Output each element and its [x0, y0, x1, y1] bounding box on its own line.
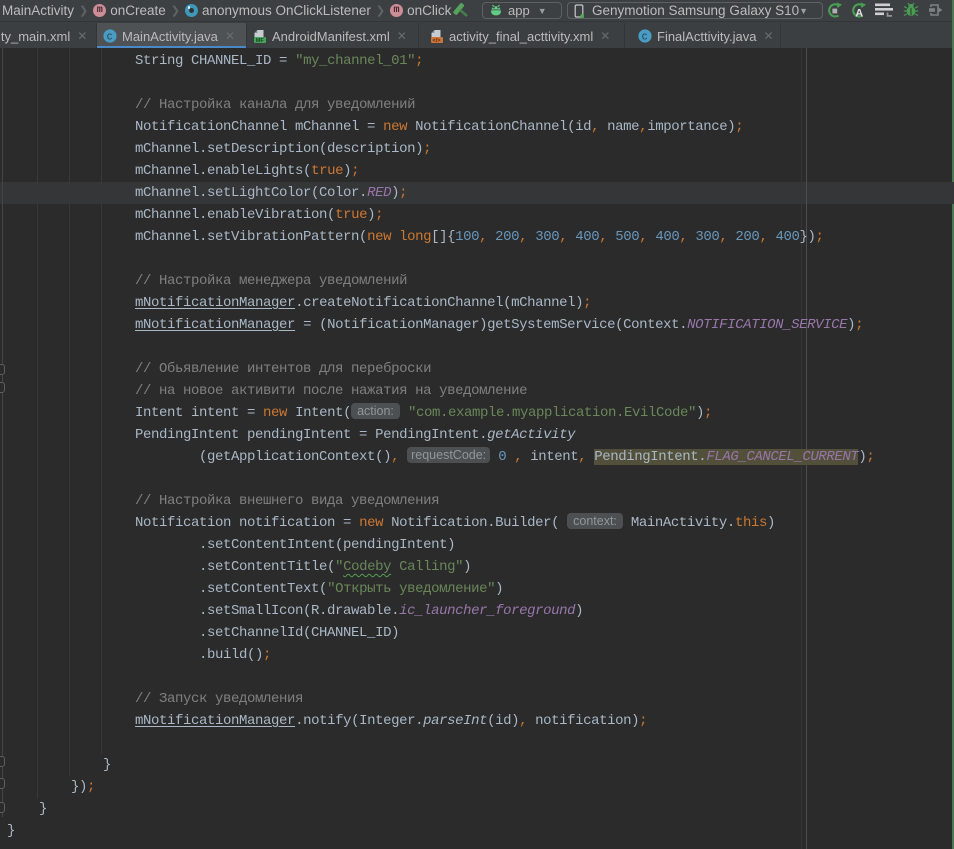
svg-text:A: A [855, 8, 863, 19]
svg-text:C: C [642, 32, 648, 43]
svg-text:MF: MF [256, 38, 265, 44]
svg-text:</>: </> [433, 38, 441, 44]
svg-text:C: C [107, 32, 113, 43]
